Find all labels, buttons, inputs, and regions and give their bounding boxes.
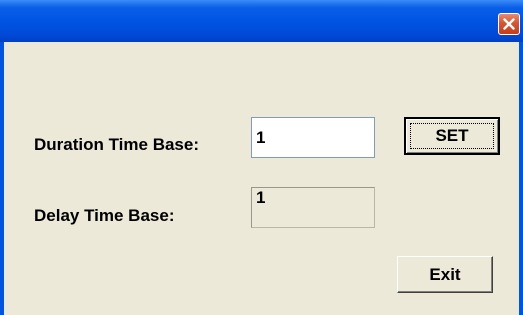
delay-time-base-label: Delay Time Base:: [34, 206, 175, 225]
duration-time-base-input[interactable]: [251, 117, 375, 158]
close-button[interactable]: [498, 13, 520, 35]
exit-button-label: Exit: [429, 264, 461, 284]
dialog-window: Duration Time Base: SET Delay Time Base:…: [0, 0, 523, 315]
title-bar[interactable]: [0, 0, 523, 42]
close-icon: [503, 18, 515, 30]
set-button[interactable]: SET: [404, 117, 500, 155]
duration-time-base-label: Duration Time Base:: [34, 135, 200, 154]
exit-button[interactable]: Exit: [397, 256, 493, 293]
set-button-label: SET: [435, 126, 469, 145]
dialog-client-area: Duration Time Base: SET Delay Time Base:…: [4, 42, 519, 315]
delay-time-base-field: 1: [251, 187, 375, 228]
